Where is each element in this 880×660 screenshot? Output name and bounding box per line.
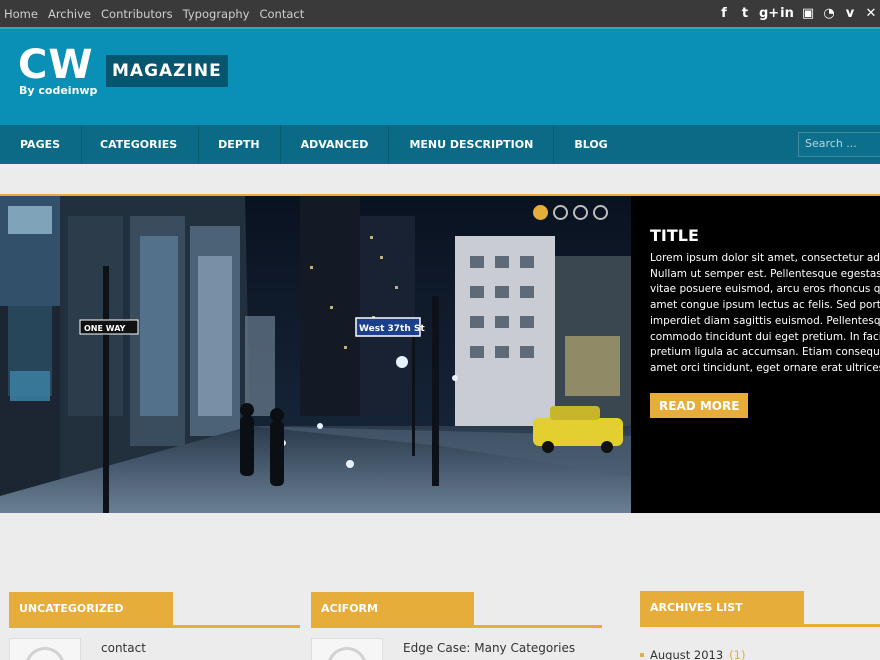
site-logo-badge[interactable]: MAGAZINE — [106, 55, 228, 87]
top-nav-contributors[interactable]: Contributors — [101, 7, 173, 21]
slide-caption: TITLE Lorem ipsum dolor sit amet, consec… — [631, 196, 880, 513]
widget-archives: ARCHIVES LIST August 2013 (1) — [640, 591, 880, 660]
post-thumbnail-placeholder[interactable] — [9, 638, 81, 660]
social-icons: f t g+ in ▣ ◔ v ✕ — [717, 0, 880, 27]
top-nav: Home Archive Contributors Typography Con… — [4, 0, 304, 27]
site-logo[interactable]: CW — [18, 42, 93, 88]
nav-item-pages[interactable]: PAGES — [0, 125, 83, 164]
linkedin-icon[interactable]: in — [780, 6, 794, 21]
widget-uncategorized: UNCATEGORIZED contact — [9, 592, 300, 660]
read-more-button[interactable]: READ MORE — [650, 393, 749, 418]
widget-title[interactable]: UNCATEGORIZED — [9, 592, 173, 625]
googleplus-icon[interactable]: g+ — [759, 6, 779, 21]
widget-aciform: ACIFORM Edge Case: Many Categories — [311, 592, 602, 660]
slider-pagination — [533, 205, 608, 220]
slide-excerpt-line: amet orci tincidunt, eget ornare erat ul… — [650, 361, 880, 374]
widget-title-underline — [311, 625, 602, 628]
svg-text:West 37th St: West 37th St — [359, 324, 425, 334]
widget-title-underline — [640, 624, 880, 627]
facebook-icon[interactable]: f — [717, 6, 731, 21]
nav-item-advanced[interactable]: ADVANCED — [281, 125, 390, 164]
slide-image[interactable]: West 37th St ONE WAY — [0, 196, 631, 513]
archive-list-item[interactable]: August 2013 (1) — [640, 648, 745, 660]
slide-excerpt-line: Nullam ut semper est. Pellentesque egest… — [650, 267, 880, 280]
slide-excerpt: Lorem ipsum dolor sit amet, consectetur … — [650, 251, 880, 377]
widget-title[interactable]: ARCHIVES LIST — [640, 591, 804, 624]
twitter-icon[interactable]: t — [738, 6, 752, 21]
slide-excerpt-line: amet congue ipsum lectus ac felis. Sed p… — [650, 299, 880, 312]
featured-slider: West 37th St ONE WAY TITLE Lorem ipsum d… — [0, 196, 880, 513]
main-nav: PAGES CATEGORIES DEPTH ADVANCED MENU DES… — [0, 125, 880, 164]
vimeo-icon[interactable]: v — [843, 6, 857, 21]
post-thumbnail-placeholder[interactable] — [311, 638, 383, 660]
youtube-icon[interactable]: ▣ — [801, 6, 815, 21]
slider-dot-3[interactable] — [573, 205, 588, 220]
slider-dot-4[interactable] — [593, 205, 608, 220]
slide-excerpt-line: imperdiet diam sagittis euismod. Pellent… — [650, 314, 880, 327]
post-link[interactable]: contact — [101, 641, 146, 655]
slider-dot-1[interactable] — [533, 205, 548, 220]
site-header: CW By codeinwp MAGAZINE — [0, 27, 880, 125]
slide-excerpt-line: pretium ligula ac accumsan. Etiam conseq… — [650, 346, 880, 359]
svg-text:ONE WAY: ONE WAY — [84, 324, 126, 333]
slide-excerpt-line: commodo tincidunt dui eget pretium. In f… — [650, 330, 880, 343]
archive-count: (1) — [729, 648, 746, 660]
post-link[interactable]: Edge Case: Many Categories — [403, 641, 575, 655]
more-icon[interactable]: ✕ — [864, 6, 878, 21]
nav-item-menu-description[interactable]: MENU DESCRIPTION — [389, 125, 555, 164]
top-nav-home[interactable]: Home — [4, 7, 38, 21]
top-nav-typography[interactable]: Typography — [183, 7, 250, 21]
slider-dot-2[interactable] — [553, 205, 568, 220]
search-input[interactable]: Search ... — [798, 132, 880, 157]
slide-excerpt-line: Lorem ipsum dolor sit amet, consectetur … — [650, 252, 880, 264]
archive-month[interactable]: August 2013 — [650, 648, 723, 660]
nav-item-categories[interactable]: CATEGORIES — [82, 125, 200, 164]
bullet-icon — [640, 653, 644, 657]
top-nav-archive[interactable]: Archive — [48, 7, 91, 21]
widget-title[interactable]: ACIFORM — [311, 592, 474, 625]
site-tagline: By codeinwp — [19, 84, 98, 97]
slide-title[interactable]: TITLE — [650, 226, 699, 245]
slide-excerpt-line: vitae posuere euismod, arcu eros rhoncus… — [650, 283, 880, 296]
nav-item-blog[interactable]: BLOG — [554, 125, 627, 164]
top-nav-contact[interactable]: Contact — [259, 7, 304, 21]
widget-title-underline — [9, 625, 300, 628]
nav-item-depth[interactable]: DEPTH — [199, 125, 281, 164]
rss-icon[interactable]: ◔ — [822, 6, 836, 21]
top-bar: Home Archive Contributors Typography Con… — [0, 0, 880, 27]
